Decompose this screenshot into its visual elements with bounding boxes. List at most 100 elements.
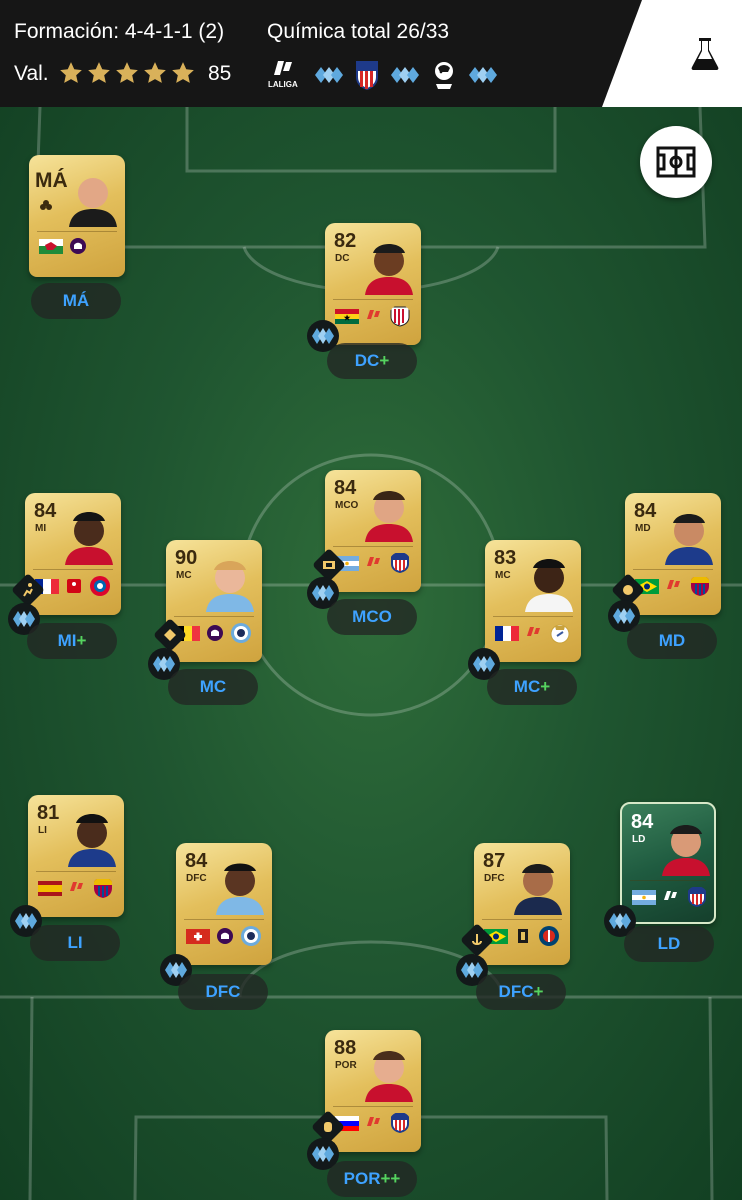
player-position: MC [176, 570, 192, 581]
laliga-icon [664, 891, 677, 900]
man-city-icon [241, 926, 261, 946]
chemistry-sources: LALIGA [268, 58, 500, 92]
player-card-lcb[interactable]: 84 DFC [176, 843, 272, 965]
position-pill-gk[interactable]: POR++ [327, 1161, 417, 1197]
position-pill-rb[interactable]: LD [624, 926, 714, 962]
rating-value: 85 [208, 62, 232, 85]
player-card-st[interactable]: 82 DC [325, 223, 421, 345]
player-card-rm[interactable]: 84 MD [625, 493, 721, 615]
chem-diamond-icon [153, 656, 175, 672]
position-pill-st[interactable]: DC+ [327, 343, 417, 379]
glove-icon [324, 1122, 332, 1132]
player-portrait [665, 514, 713, 565]
star-icon [88, 62, 110, 83]
premier-league-icon [435, 62, 453, 89]
bayern-icon [90, 576, 110, 596]
laliga-text: LALIGA [268, 80, 298, 89]
atletico-icon [391, 1113, 409, 1133]
player-rating: 83 [494, 547, 517, 569]
spain-flag-icon [38, 880, 62, 896]
atletico-icon [391, 553, 409, 573]
player-rating: 84 [631, 811, 654, 833]
position-pill-lcb[interactable]: DFC [178, 974, 268, 1010]
anchor-icon [472, 934, 482, 945]
player-portrait [206, 561, 254, 612]
player-rating: 88 [334, 1037, 357, 1059]
chem-diamond-icon [473, 656, 495, 672]
chem-diamond-icon [609, 913, 631, 929]
chem-diamond-icon [312, 328, 334, 344]
barcelona-icon [691, 577, 709, 596]
position-pill-rm[interactable]: MD [627, 623, 717, 659]
rating-label: Val. [14, 62, 49, 85]
atletico-icon [688, 887, 706, 907]
player-rating: 84 [34, 500, 57, 522]
player-card-lb[interactable]: 81 LI [28, 795, 124, 917]
position-pill-lcm[interactable]: MC [168, 669, 258, 705]
laliga-icon [70, 882, 83, 891]
pitch-view-toggle[interactable] [640, 126, 712, 198]
chem-diamond-icon [461, 962, 483, 978]
player-card-gk[interactable]: 88 POR [325, 1030, 421, 1152]
player-card-rcb[interactable]: 87 DFC [474, 843, 570, 965]
player-rating: 90 [175, 547, 198, 569]
player-portrait [662, 825, 710, 876]
man-city-icon [231, 623, 251, 643]
player-card-rcm[interactable]: 83 MC [485, 540, 581, 662]
manager-chem-icon [40, 200, 52, 210]
player-portrait [365, 244, 413, 295]
player-card-lm[interactable]: 84 MI [25, 493, 121, 615]
star-icon [172, 62, 194, 83]
chem-diamond-icon [13, 611, 35, 627]
ligue1-icon [518, 929, 528, 943]
chem-diamond-icon [315, 67, 343, 83]
player-rating: 84 [334, 477, 357, 499]
player-portrait [365, 1051, 413, 1102]
player-position: MD [635, 523, 651, 534]
wales-flag-icon [39, 238, 63, 254]
position-pill-rcb[interactable]: DFC+ [476, 974, 566, 1010]
star-icon [144, 62, 166, 83]
player-card-rb[interactable]: 84 LD [620, 802, 716, 924]
player-rating: 82 [334, 230, 357, 252]
engine-icon [164, 629, 176, 641]
position-pill-lb[interactable]: LI [30, 925, 120, 961]
manager-flags [39, 237, 87, 255]
bundesliga-icon [67, 579, 81, 593]
player-position: DC [335, 253, 350, 264]
player-position: DFC [186, 873, 207, 884]
lab-button-bg [602, 0, 742, 107]
chem-diamond-icon [391, 67, 419, 83]
player-position: LD [632, 834, 646, 845]
position-pill-manager[interactable]: MÁ [31, 283, 121, 319]
player-position: POR [335, 1060, 357, 1071]
player-position: MC [495, 570, 511, 581]
player-card-cam[interactable]: 84 MCO [325, 470, 421, 592]
position-pill-rcm[interactable]: MC+ [487, 669, 577, 705]
player-position: MI [35, 523, 47, 534]
laliga-icon [367, 557, 380, 566]
player-portrait [216, 863, 264, 915]
ticket-icon [323, 561, 335, 569]
manager-card[interactable]: MÁ [29, 155, 125, 277]
player-rating: 84 [185, 850, 208, 872]
player-rating: 84 [634, 500, 657, 522]
flask-icon[interactable] [690, 36, 720, 72]
squad-header: Formación: 4-4-1-1 (2) Química total 26/… [0, 0, 742, 107]
chemistry-label: Química total 26/33 [267, 20, 450, 43]
real-madrid-icon [550, 624, 570, 644]
player-position: LI [38, 825, 47, 836]
position-pill-lm[interactable]: MI+ [27, 623, 117, 659]
player-rating: 81 [37, 802, 60, 824]
position-pill-cam[interactable]: MCO [327, 599, 417, 635]
psg-icon [539, 926, 559, 946]
formation-label[interactable]: Formación: 4-4-1-1 (2) [14, 20, 224, 44]
premier-league-icon [70, 238, 86, 254]
switzerland-flag-icon [186, 928, 210, 944]
player-card-lcm[interactable]: 90 MC [166, 540, 262, 662]
chem-diamond-icon [165, 962, 187, 978]
laliga-icon [367, 1117, 380, 1126]
rating-stars [58, 60, 196, 86]
laliga-icon [527, 627, 540, 636]
chem-diamond-icon [15, 913, 37, 929]
